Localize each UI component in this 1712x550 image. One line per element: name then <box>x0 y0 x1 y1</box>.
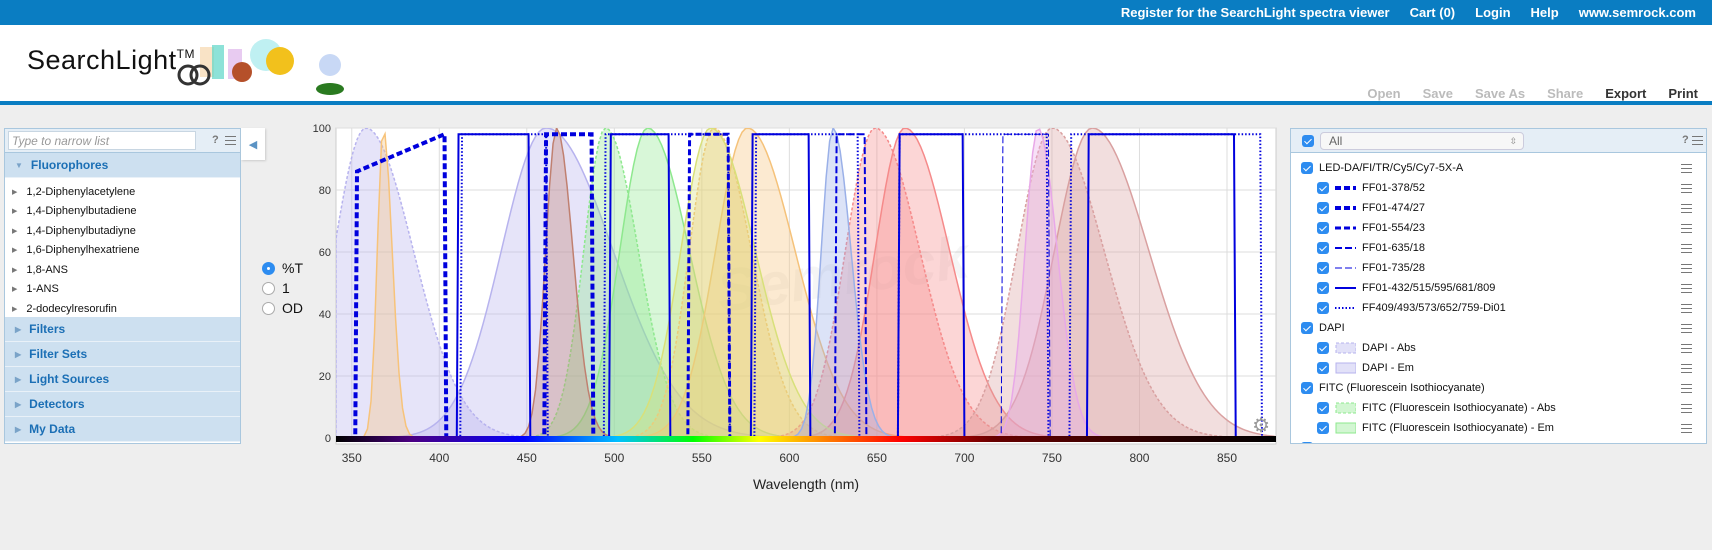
item-checkbox[interactable] <box>1317 402 1329 414</box>
help-icon[interactable]: ? <box>1682 134 1689 146</box>
y-tick-label: 40 <box>319 309 331 321</box>
line-style-swatch <box>1335 186 1356 190</box>
item-label: DAPI - Em <box>1362 362 1414 374</box>
item-checkbox[interactable] <box>1317 202 1329 214</box>
legend-item[interactable]: DAPI - Abs <box>1291 338 1706 358</box>
legend-group[interactable]: LED-DA/FI/TR/Cy5/Cy7-5X-A <box>1291 158 1706 178</box>
item-label: FF01-474/27 <box>1362 202 1425 214</box>
updown-icon: ⇳ <box>1509 136 1517 146</box>
x-tick-label: 800 <box>1129 451 1149 465</box>
item-checkbox[interactable] <box>1317 422 1329 434</box>
legend-group[interactable]: Tetramethylrhodamine-Ab (TRITC-Ab) <box>1291 438 1706 443</box>
item-label: FITC (Fluorescein Isothiocyanate) - Abs <box>1362 402 1556 414</box>
y-tick-label: 100 <box>313 123 331 135</box>
menu-icon[interactable] <box>1681 204 1692 213</box>
legend-item[interactable]: DAPI - Em <box>1291 358 1706 378</box>
menu-icon[interactable] <box>1692 136 1703 145</box>
select-value: All <box>1329 134 1343 148</box>
x-tick-label: 350 <box>342 451 362 465</box>
legend-header: All ⇳ ? <box>1291 129 1706 153</box>
legend-item[interactable]: FF01-735/28 <box>1291 258 1706 278</box>
group-label: LED-DA/FI/TR/Cy5/Cy7-5X-A <box>1319 162 1464 174</box>
legend-item[interactable]: FITC (Fluorescein Isothiocyanate) - Em <box>1291 418 1706 438</box>
legend-item[interactable]: FF01-635/18 <box>1291 238 1706 258</box>
menu-icon[interactable] <box>1681 264 1692 273</box>
item-checkbox[interactable] <box>1317 222 1329 234</box>
line-style-swatch <box>1335 247 1356 249</box>
legend-item[interactable]: FF409/493/573/652/759-Di01 <box>1291 298 1706 318</box>
legend-group[interactable]: FITC (Fluorescein Isothiocyanate) <box>1291 378 1706 398</box>
group-checkbox[interactable] <box>1301 322 1313 334</box>
item-checkbox[interactable] <box>1317 342 1329 354</box>
y-tick-label: 80 <box>319 185 331 197</box>
legend-panel: All ⇳ ? LED-DA/FI/TR/Cy5/Cy7-5X-A FF01-378… <box>1290 128 1707 444</box>
item-label: FITC (Fluorescein Isothiocyanate) - Em <box>1362 422 1554 434</box>
item-label: DAPI - Abs <box>1362 342 1416 354</box>
x-tick-label: 650 <box>867 451 887 465</box>
menu-icon[interactable] <box>1681 384 1692 393</box>
legend-item[interactable]: FF01-554/23 <box>1291 218 1706 238</box>
item-label: FF01-635/18 <box>1362 242 1425 254</box>
group-label: Tetramethylrhodamine-Ab (TRITC-Ab) <box>1319 442 1505 443</box>
gear-icon[interactable]: ⚙ <box>1252 415 1270 437</box>
group-label: FITC (Fluorescein Isothiocyanate) <box>1319 382 1485 394</box>
item-label: FF409/493/573/652/759-Di01 <box>1362 302 1506 314</box>
line-style-swatch <box>1335 206 1356 210</box>
menu-icon[interactable] <box>1681 164 1692 173</box>
legend-list: LED-DA/FI/TR/Cy5/Cy7-5X-A FF01-378/52 FF01… <box>1291 153 1706 443</box>
menu-icon[interactable] <box>1681 344 1692 353</box>
menu-icon[interactable] <box>1681 244 1692 253</box>
x-tick-label: 400 <box>429 451 449 465</box>
group-checkbox[interactable] <box>1301 382 1313 394</box>
item-label: FF01-432/515/595/681/809 <box>1362 282 1496 294</box>
menu-icon[interactable] <box>1681 424 1692 433</box>
legend-item[interactable]: FF01-474/27 <box>1291 198 1706 218</box>
y-tick-label: 20 <box>319 371 331 383</box>
menu-icon[interactable] <box>1681 224 1692 233</box>
legend-item[interactable]: FF01-378/52 <box>1291 178 1706 198</box>
menu-icon[interactable] <box>1681 304 1692 313</box>
item-label: FF01-735/28 <box>1362 262 1425 274</box>
y-tick-label: 0 <box>325 433 331 445</box>
menu-icon[interactable] <box>1681 184 1692 193</box>
x-tick-label: 750 <box>1042 451 1062 465</box>
menu-icon[interactable] <box>1681 324 1692 333</box>
menu-icon[interactable] <box>1681 284 1692 293</box>
item-checkbox[interactable] <box>1317 362 1329 374</box>
y-tick-label: 60 <box>319 247 331 259</box>
x-tick-label: 850 <box>1217 451 1237 465</box>
line-style-swatch <box>1335 267 1356 269</box>
legend-item[interactable]: FF01-432/515/595/681/809 <box>1291 278 1706 298</box>
menu-icon[interactable] <box>1681 404 1692 413</box>
select-all-checkbox[interactable] <box>1302 135 1314 147</box>
x-tick-label: 700 <box>954 451 974 465</box>
wavelength-color-bar <box>336 436 1276 442</box>
x-axis-label: Wavelength (nm) <box>753 476 859 492</box>
line-style-swatch <box>1335 307 1356 309</box>
x-tick-label: 550 <box>692 451 712 465</box>
item-checkbox[interactable] <box>1317 282 1329 294</box>
line-style-swatch <box>1335 422 1356 434</box>
item-checkbox[interactable] <box>1317 182 1329 194</box>
item-label: FF01-378/52 <box>1362 182 1425 194</box>
line-style-swatch <box>1335 342 1356 354</box>
line-style-swatch <box>1335 362 1356 374</box>
menu-icon[interactable] <box>1681 364 1692 373</box>
legend-item[interactable]: FITC (Fluorescein Isothiocyanate) - Abs <box>1291 398 1706 418</box>
line-style-swatch <box>1335 402 1356 414</box>
legend-filter-select[interactable]: All ⇳ <box>1320 132 1524 150</box>
line-style-swatch <box>1335 226 1356 230</box>
item-checkbox[interactable] <box>1317 242 1329 254</box>
legend-group[interactable]: DAPI <box>1291 318 1706 338</box>
x-tick-label: 450 <box>517 451 537 465</box>
group-label: DAPI <box>1319 322 1345 334</box>
item-label: FF01-554/23 <box>1362 222 1425 234</box>
item-checkbox[interactable] <box>1317 302 1329 314</box>
item-checkbox[interactable] <box>1317 262 1329 274</box>
group-checkbox[interactable] <box>1301 442 1313 443</box>
line-style-swatch <box>1335 287 1356 289</box>
x-tick-label: 600 <box>779 451 799 465</box>
group-checkbox[interactable] <box>1301 162 1313 174</box>
x-tick-label: 500 <box>604 451 624 465</box>
